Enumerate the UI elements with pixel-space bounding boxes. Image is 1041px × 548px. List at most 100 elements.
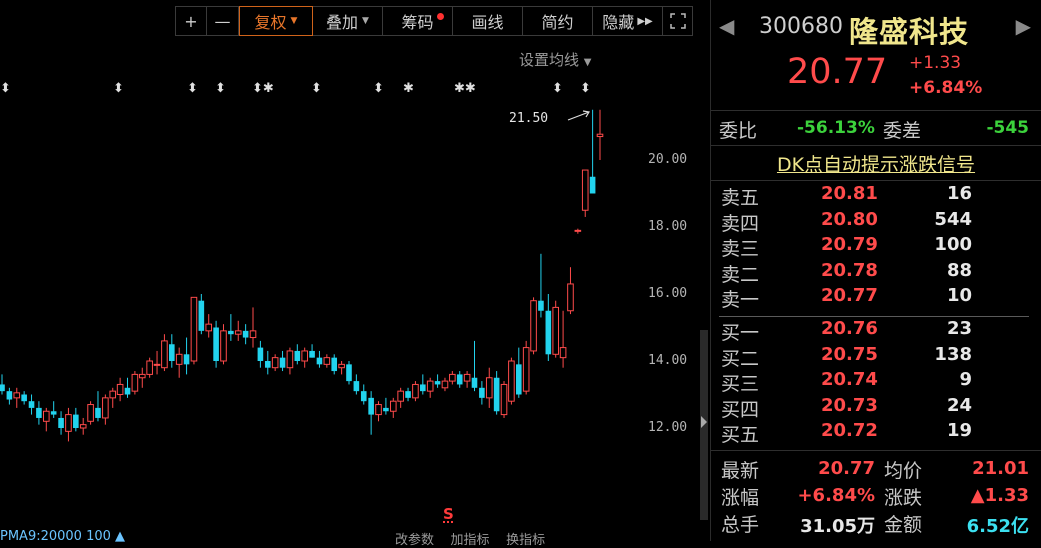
jianyue-label: 简约: [541, 13, 574, 32]
candle: [405, 387, 411, 402]
candle: [242, 324, 249, 345]
zf-label: 涨幅: [721, 487, 760, 509]
candle: [213, 320, 219, 368]
candle: [383, 397, 389, 415]
candle: [522, 340, 530, 395]
candle: [375, 401, 382, 422]
bid-price: 20.74: [821, 369, 878, 391]
candle: [316, 350, 323, 368]
ask-row[interactable]: 卖五 20.81 16: [711, 183, 1041, 209]
yincang-button[interactable]: 隐藏 ▶▶: [593, 6, 663, 36]
prev-stock-icon[interactable]: ◀: [719, 14, 734, 38]
expand-button[interactable]: [663, 6, 693, 36]
amt-value: 6.52亿: [966, 516, 1029, 537]
zf-value: +6.84%: [797, 485, 875, 506]
ask-volume: 100: [934, 234, 972, 256]
candle: [426, 377, 434, 398]
signal-marker: ✱✱: [454, 81, 476, 96]
y-tick-label: 16.00: [648, 286, 688, 301]
y-tick-label: 14.00: [648, 353, 688, 368]
candle: [146, 357, 153, 378]
ask-row[interactable]: 卖四 20.80 544: [711, 209, 1041, 235]
candle: [198, 294, 205, 335]
y-tick-label: 12.00: [648, 420, 688, 435]
bid-volume: 24: [946, 394, 972, 416]
ask-row[interactable]: 卖一 20.77 10: [711, 285, 1041, 311]
bid-row[interactable]: 买五 20.72 19: [711, 420, 1041, 446]
candle: [412, 381, 419, 402]
candle: [471, 340, 478, 392]
huaxian-button[interactable]: 画线: [453, 6, 523, 36]
ask-label: 卖三: [721, 238, 760, 261]
bid-row[interactable]: 买二 20.75 138: [711, 343, 1041, 370]
candle: [102, 394, 109, 425]
huaxian-label: 画线: [471, 13, 504, 32]
candle: [190, 296, 198, 365]
candle: [228, 314, 234, 341]
signal-marker: ⬍: [187, 81, 198, 96]
caret-down-icon: ▼: [290, 16, 298, 26]
candle: [567, 267, 574, 315]
signal-marker: ⬍: [113, 81, 124, 96]
candle: [131, 371, 139, 395]
signal-marker: ⬍: [215, 81, 226, 96]
zoom-out-button[interactable]: —: [207, 6, 239, 36]
candle: [301, 347, 308, 368]
diejia-button[interactable]: 叠加 ▼: [313, 6, 383, 36]
avg-value: 21.01: [972, 458, 1029, 479]
zd-label: 涨跌: [884, 487, 923, 509]
ask-price: 20.77: [821, 285, 878, 307]
signal-marker: ✱: [403, 81, 414, 96]
candle: [13, 387, 21, 408]
double-arrow-icon: ▶▶: [637, 15, 653, 27]
ask-row[interactable]: 卖三 20.79 100: [711, 234, 1041, 261]
latest-value: 20.77: [818, 458, 875, 479]
price-change-pct: +6.84%: [909, 78, 983, 98]
candle: [109, 387, 117, 408]
kline-chart-area[interactable]: + — 复权 ▼ 叠加 ▼ 筹码 画线 简约 隐藏 ▶▶ 设置均线 ▼ ⬍ ⬍ ⬍ ⬍ ⬍✱ ⬍…: [0, 0, 706, 548]
candle: [581, 169, 589, 217]
candle: [441, 377, 449, 392]
quote-panel: ◀ ▶ 300680 隆盛科技 20.77 +1.33 +6.84% 委比 -5…: [710, 0, 1041, 541]
candle: [530, 297, 537, 355]
bid-label: 买四: [721, 398, 760, 421]
signal-marker: ⬍✱: [252, 81, 274, 96]
fuquan-button[interactable]: 复权 ▼: [239, 6, 313, 36]
panel-collapse-handle[interactable]: [700, 330, 708, 520]
candle: [183, 337, 190, 375]
avg-label: 均价: [884, 460, 923, 482]
bid-row[interactable]: 买三 20.74 9: [711, 369, 1041, 396]
bid-row[interactable]: 买一 20.76 23: [711, 318, 1041, 344]
candle: [515, 347, 522, 398]
candle: [65, 407, 72, 442]
zoom-in-button[interactable]: +: [175, 6, 207, 36]
candle: [36, 401, 42, 425]
candle: [420, 374, 426, 395]
candle: [175, 347, 183, 378]
candle: [331, 354, 338, 375]
bid-label: 买三: [721, 373, 760, 396]
bid-row[interactable]: 买四 20.73 24: [711, 394, 1041, 421]
dk-signal-link[interactable]: DK点自动提示涨跌信号: [711, 150, 1041, 177]
caret-down-icon: ▼: [362, 16, 369, 26]
candle: [559, 310, 567, 368]
signal-marker: ⬍: [311, 81, 322, 96]
candle: [279, 350, 286, 372]
high-price-annotation: 21.50: [509, 111, 549, 126]
candle: [545, 294, 552, 361]
chouma-button[interactable]: 筹码: [383, 6, 453, 36]
indicator-buttons: 改参数 加指标 换指标: [395, 529, 545, 548]
candle: [485, 367, 493, 408]
next-stock-icon[interactable]: ▶: [1016, 14, 1031, 38]
latest-label: 最新: [721, 460, 760, 482]
candle: [286, 347, 294, 375]
chouma-label: 筹码: [401, 13, 434, 32]
jianyue-button[interactable]: 简约: [523, 6, 593, 36]
ask-row[interactable]: 卖二 20.78 88: [711, 260, 1041, 286]
bid-price: 20.75: [821, 343, 878, 365]
annotation-arrow-icon: [567, 110, 590, 121]
candle: [508, 357, 515, 405]
candle: [368, 391, 374, 435]
vol-label: 总手: [721, 514, 760, 536]
zd-value: ▲1.33: [970, 485, 1029, 506]
